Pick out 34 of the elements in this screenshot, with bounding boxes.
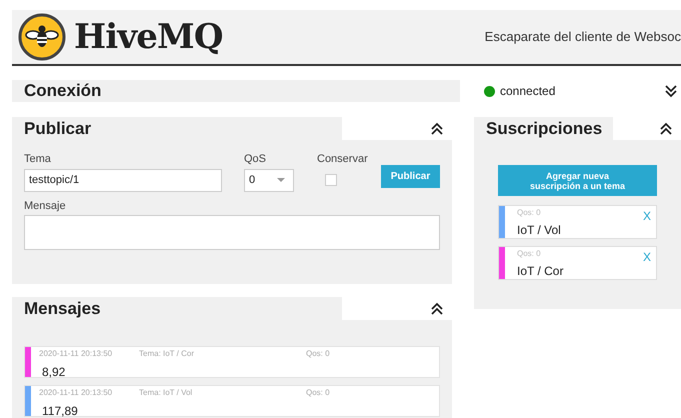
message-payload: 117,89 xyxy=(42,403,79,418)
message-time: 2020-11-11 20:13:50 xyxy=(39,387,114,399)
message-time: 2020-11-11 20:13:50 xyxy=(39,348,114,360)
panel-title: Conexión xyxy=(24,80,102,102)
subscription-topic: IoT / Vol xyxy=(517,222,562,239)
message-topic: Tema: IoT / Vol xyxy=(139,387,194,399)
panel-title: Mensajes xyxy=(24,298,101,320)
panel-title: Suscripciones xyxy=(486,118,602,140)
subscription-card[interactable]: Qos: 0 IoT / Vol X xyxy=(498,205,657,239)
message-payload: 8,92 xyxy=(42,364,66,381)
collapse-icon[interactable] xyxy=(430,122,444,136)
subscription-topic: IoT / Cor xyxy=(517,263,564,280)
expand-icon[interactable] xyxy=(664,84,678,98)
field-label: QoS xyxy=(244,152,268,167)
message-topic: Tema: IoT / Cor xyxy=(139,348,195,360)
collapse-icon[interactable] xyxy=(430,302,444,316)
subscription-qos: Qos: 0 xyxy=(517,207,542,219)
header-subtitle: Escaparate del cliente de Websoc xyxy=(484,28,681,46)
panel-title: Publicar xyxy=(24,118,92,140)
field-label: Tema xyxy=(24,152,52,167)
topic-field[interactable]: testtopic/1 xyxy=(24,168,222,192)
bee-logo-icon xyxy=(18,13,66,61)
message-qos: Qos: 0 xyxy=(306,387,330,399)
subscription-card[interactable]: Qos: 0 IoT / Cor X xyxy=(498,246,657,280)
retain-checkbox[interactable] xyxy=(325,174,337,186)
message-qos: Qos: 0 xyxy=(306,348,330,360)
collapse-icon[interactable] xyxy=(659,122,673,136)
qos-dropdown[interactable]: 0 xyxy=(244,168,294,192)
message-field[interactable] xyxy=(24,215,440,250)
connection-status: connected xyxy=(500,83,556,100)
field-label: Conservar xyxy=(317,152,368,167)
subscription-qos: Qos: 0 xyxy=(517,248,542,260)
field-label: Mensaje xyxy=(24,198,67,214)
logo-text: HiveMQ xyxy=(74,16,223,58)
